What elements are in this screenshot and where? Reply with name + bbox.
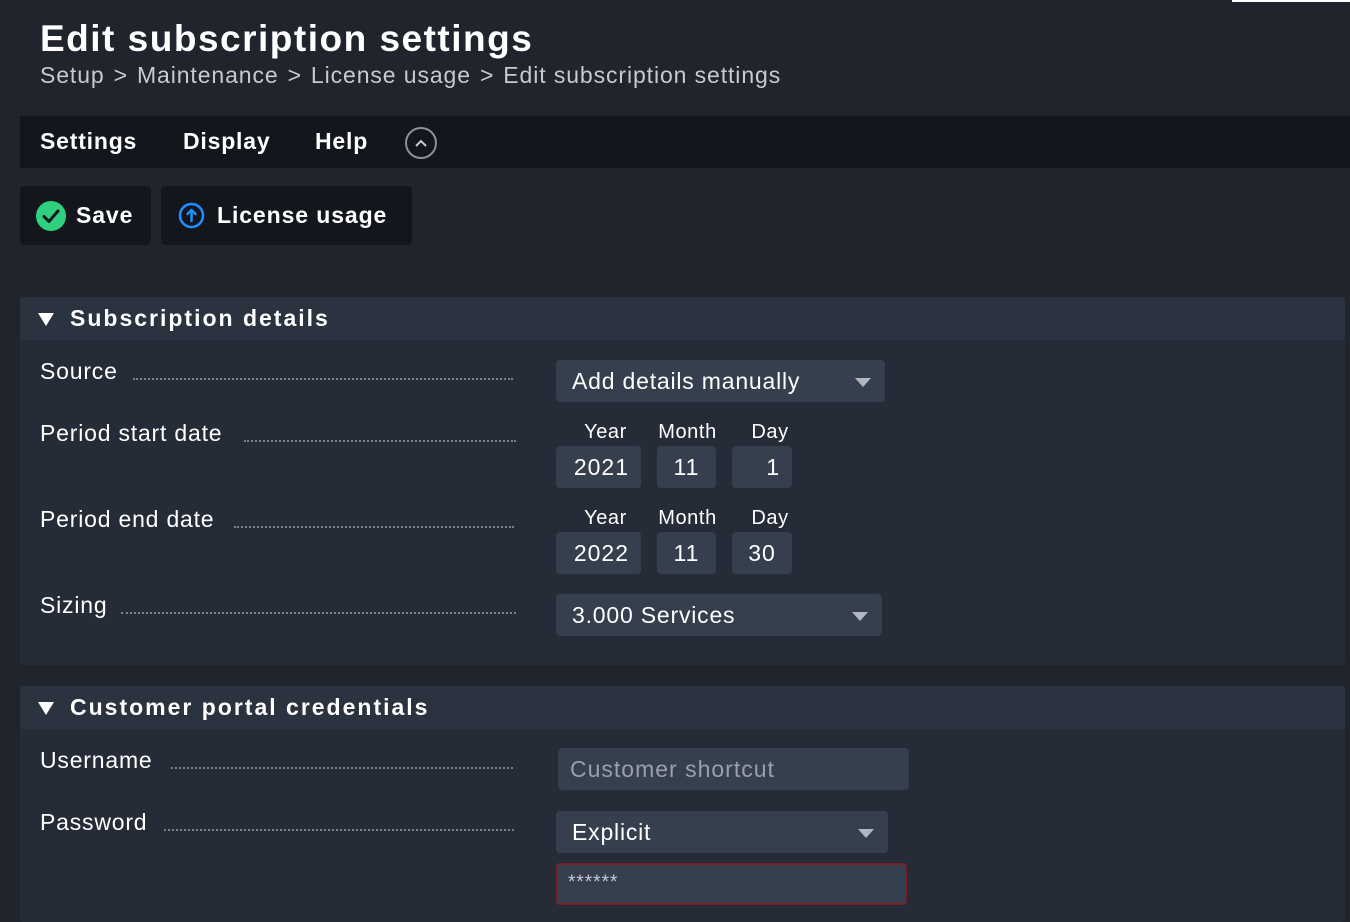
source-label: Source: [40, 358, 118, 384]
collapse-triangle-icon: [38, 701, 54, 715]
menu-bar: Settings Display Help: [20, 116, 1350, 168]
subscription-details-title: Subscription details: [70, 305, 330, 331]
chevron-down-icon: [855, 378, 871, 387]
arrow-up-circle-icon: [178, 202, 205, 229]
chevron-down-icon: [858, 829, 874, 838]
source-select-value: Add details manually: [572, 367, 801, 394]
dotted-leader: [171, 767, 513, 769]
period-start-day-input[interactable]: 1: [732, 446, 792, 488]
menu-settings[interactable]: Settings: [40, 128, 137, 155]
breadcrumb-item-maintenance[interactable]: Maintenance: [137, 62, 279, 88]
breadcrumb-separator: >: [113, 62, 128, 88]
top-edge-line: [1232, 0, 1350, 2]
period-start-day-label: Day: [751, 421, 789, 443]
username-input[interactable]: [558, 748, 909, 790]
source-select[interactable]: Add details manually: [556, 360, 885, 402]
subscription-details-section: Subscription details Source Add details …: [20, 297, 1345, 665]
chevron-down-icon: [852, 612, 868, 621]
breadcrumb-separator: >: [479, 62, 495, 88]
password-input[interactable]: ******: [556, 863, 907, 905]
password-mode-select[interactable]: Explicit: [556, 811, 888, 853]
customer-portal-section: Customer portal credentials Username Pas…: [20, 686, 1345, 922]
save-label: Save: [76, 202, 134, 228]
period-start-year-label: Year: [584, 421, 627, 443]
license-usage-label: License usage: [217, 202, 388, 228]
customer-portal-header[interactable]: Customer portal credentials: [20, 686, 1345, 729]
chevron-up-icon: [415, 139, 427, 147]
breadcrumb-item-setup[interactable]: Setup: [40, 62, 105, 88]
dotted-leader: [164, 829, 514, 831]
sizing-select[interactable]: 3.000 Services: [556, 594, 882, 636]
dotted-leader: [121, 612, 516, 614]
period-end-month-label: Month: [658, 507, 717, 529]
save-button[interactable]: Save: [20, 186, 151, 245]
breadcrumb: Setup > Maintenance > License usage > Edit sub…: [40, 62, 781, 89]
dotted-leader: [234, 526, 514, 528]
period-end-day-label: Day: [751, 507, 789, 529]
period-start-month-input[interactable]: 11: [657, 446, 716, 488]
subscription-details-header[interactable]: Subscription details: [20, 297, 1345, 340]
period-start-year-input[interactable]: 2021: [556, 446, 641, 488]
period-end-year-input[interactable]: 2022: [556, 532, 641, 574]
period-end-label: Period end date: [40, 506, 215, 532]
menu-collapse-button[interactable]: [405, 127, 437, 159]
menu-display[interactable]: Display: [183, 128, 270, 155]
sizing-label: Sizing: [40, 592, 108, 618]
page-title: Edit subscription settings: [40, 18, 534, 59]
period-end-day-input[interactable]: 30: [732, 532, 792, 574]
password-mode-value: Explicit: [572, 818, 652, 845]
breadcrumb-item-current: Edit subscription settings: [503, 62, 782, 88]
password-label: Password: [40, 809, 148, 835]
username-label: Username: [40, 747, 153, 773]
period-end-year-label: Year: [584, 507, 627, 529]
dotted-leader: [244, 440, 516, 442]
breadcrumb-separator: >: [287, 62, 302, 88]
collapse-triangle-icon: [38, 312, 54, 326]
sizing-select-value: 3.000 Services: [572, 601, 736, 628]
period-start-label: Period start date: [40, 420, 223, 446]
period-start-month-label: Month: [658, 421, 717, 443]
license-usage-button[interactable]: License usage: [161, 186, 412, 245]
period-end-month-input[interactable]: 11: [657, 532, 716, 574]
dotted-leader: [133, 378, 513, 380]
breadcrumb-item-license-usage[interactable]: License usage: [311, 62, 471, 88]
customer-portal-title: Customer portal credentials: [70, 694, 430, 720]
menu-help[interactable]: Help: [315, 128, 368, 155]
check-circle-icon: [36, 200, 66, 231]
